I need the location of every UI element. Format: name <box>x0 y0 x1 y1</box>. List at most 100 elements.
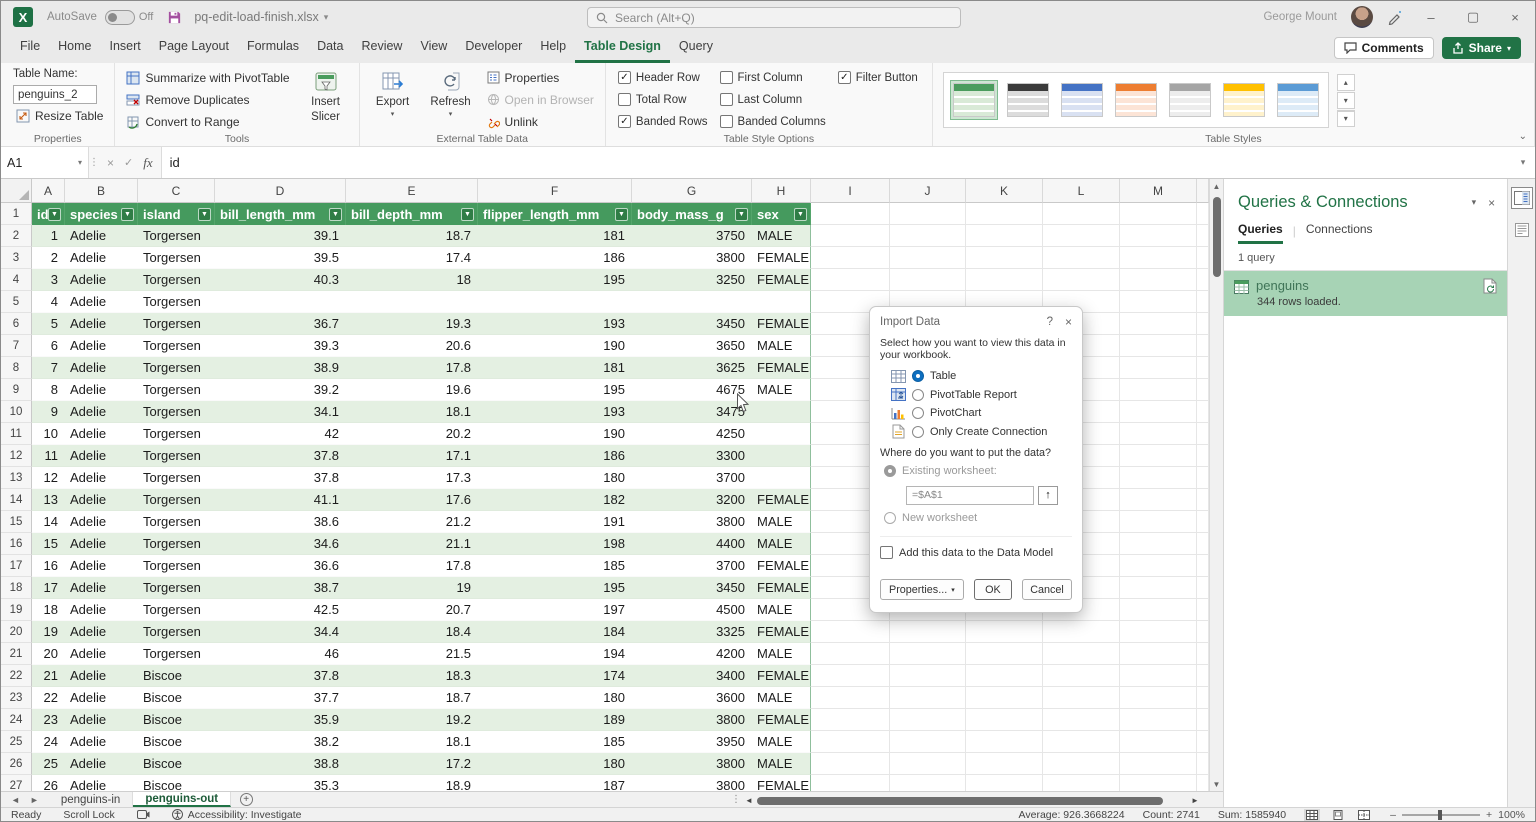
cell-E20[interactable]: 18.4 <box>346 621 478 643</box>
cell-M7[interactable] <box>1120 335 1197 357</box>
refresh-button[interactable]: Refresh ▾ <box>426 68 476 132</box>
cell-M5[interactable] <box>1120 291 1197 313</box>
cell-B26[interactable]: Adelie <box>65 753 138 775</box>
cell-G25[interactable]: 3950 <box>632 731 752 753</box>
cell-B12[interactable]: Adelie <box>65 445 138 467</box>
cell-A21[interactable]: 20 <box>32 643 65 665</box>
cell-G5[interactable] <box>632 291 752 313</box>
tab-formulas[interactable]: Formulas <box>238 33 308 63</box>
cell-I3[interactable] <box>811 247 890 269</box>
cell-G12[interactable]: 3300 <box>632 445 752 467</box>
cell-B21[interactable]: Adelie <box>65 643 138 665</box>
cell-G4[interactable]: 3250 <box>632 269 752 291</box>
cell-A25[interactable]: 24 <box>32 731 65 753</box>
cell-H17[interactable]: FEMALE <box>752 555 811 577</box>
table-style-swatch-gray[interactable] <box>1166 80 1214 120</box>
table-header-species[interactable]: species▼ <box>65 203 138 225</box>
zoom-slider-thumb[interactable] <box>1438 810 1442 820</box>
column-header-I[interactable]: I <box>811 179 890 203</box>
row-header-24[interactable]: 24 <box>1 709 32 731</box>
cell-C19[interactable]: Torgersen <box>138 599 215 621</box>
checkbox-last-column[interactable] <box>720 93 733 106</box>
cell-K23[interactable] <box>966 687 1043 709</box>
name-box[interactable]: A1 ▾ <box>1 147 89 178</box>
cell-A10[interactable]: 9 <box>32 401 65 423</box>
cell-K24[interactable] <box>966 709 1043 731</box>
cell-F16[interactable]: 198 <box>478 533 632 555</box>
cell-A22[interactable]: 21 <box>32 665 65 687</box>
cell-M16[interactable] <box>1120 533 1197 555</box>
cell-H20[interactable]: FEMALE <box>752 621 811 643</box>
filter-button-bill-depth-mm[interactable]: ▼ <box>461 208 474 221</box>
cell-F11[interactable]: 190 <box>478 423 632 445</box>
cell-D4[interactable]: 40.3 <box>215 269 346 291</box>
cell-I26[interactable] <box>811 753 890 775</box>
cell-D5[interactable] <box>215 291 346 313</box>
export-button[interactable]: Export ▾ <box>368 68 418 132</box>
cell-F4[interactable]: 195 <box>478 269 632 291</box>
pen-mode-icon[interactable] <box>1387 9 1403 25</box>
row-header-3[interactable]: 3 <box>1 247 32 269</box>
style-option-banded-columns[interactable]: Banded Columns <box>720 112 826 131</box>
cell-F20[interactable]: 184 <box>478 621 632 643</box>
column-header-D[interactable]: D <box>215 179 346 203</box>
properties-dialog-button[interactable]: Properties... ▾ <box>880 579 964 600</box>
cell-M21[interactable] <box>1120 643 1197 665</box>
vertical-scrollbar[interactable]: ▲ ▼ <box>1209 179 1223 791</box>
row-header-21[interactable]: 21 <box>1 643 32 665</box>
row-header-20[interactable]: 20 <box>1 621 32 643</box>
cell-G21[interactable]: 4200 <box>632 643 752 665</box>
cell-M8[interactable] <box>1120 357 1197 379</box>
column-header-K[interactable]: K <box>966 179 1043 203</box>
radio-pivotchart[interactable] <box>912 407 924 419</box>
cell-D3[interactable]: 39.5 <box>215 247 346 269</box>
zoom-slider[interactable] <box>1402 814 1480 816</box>
cell-B18[interactable]: Adelie <box>65 577 138 599</box>
select-all-corner[interactable] <box>1 179 32 203</box>
confirm-entry-icon[interactable]: ✓ <box>124 156 133 169</box>
cell-K27[interactable] <box>966 775 1043 791</box>
cell-M10[interactable] <box>1120 401 1197 423</box>
close-button[interactable]: × <box>1501 10 1529 25</box>
cell-E27[interactable]: 18.9 <box>346 775 478 791</box>
cell-G8[interactable]: 3625 <box>632 357 752 379</box>
resize-table-button[interactable]: Resize Table <box>13 106 106 126</box>
cell-L25[interactable] <box>1043 731 1120 753</box>
table-header-bill-length-mm[interactable]: bill_length_mm▼ <box>215 203 346 225</box>
cell-A26[interactable]: 25 <box>32 753 65 775</box>
cell-B3[interactable]: Adelie <box>65 247 138 269</box>
cell-M25[interactable] <box>1120 731 1197 753</box>
table-properties-button[interactable]: Properties <box>484 68 597 87</box>
cell-A15[interactable]: 14 <box>32 511 65 533</box>
vertical-scroll-thumb[interactable] <box>1213 197 1221 277</box>
cell-H18[interactable]: FEMALE <box>752 577 811 599</box>
cell-M2[interactable] <box>1120 225 1197 247</box>
row-header-13[interactable]: 13 <box>1 467 32 489</box>
cell-D19[interactable]: 42.5 <box>215 599 346 621</box>
row-header-22[interactable]: 22 <box>1 665 32 687</box>
cell-G24[interactable]: 3800 <box>632 709 752 731</box>
cell-I25[interactable] <box>811 731 890 753</box>
sheet-tab-penguins-out[interactable]: penguins-out <box>133 792 231 807</box>
cell-H14[interactable]: FEMALE <box>752 489 811 511</box>
search-input[interactable]: Search (Alt+Q) <box>587 7 961 28</box>
cell-F5[interactable] <box>478 291 632 313</box>
cell-B10[interactable]: Adelie <box>65 401 138 423</box>
cell-J21[interactable] <box>890 643 966 665</box>
cell-E22[interactable]: 18.3 <box>346 665 478 687</box>
cell-D22[interactable]: 37.8 <box>215 665 346 687</box>
cell-E9[interactable]: 19.6 <box>346 379 478 401</box>
excel-app-icon[interactable]: X <box>13 7 33 27</box>
tab-developer[interactable]: Developer <box>456 33 531 63</box>
scroll-down-icon[interactable]: ▼ <box>1210 777 1223 791</box>
cell-J3[interactable] <box>890 247 966 269</box>
tab-file[interactable]: File <box>11 33 49 63</box>
cell-B19[interactable]: Adelie <box>65 599 138 621</box>
range-input[interactable]: =$A$1 <box>906 486 1034 505</box>
cell-M15[interactable] <box>1120 511 1197 533</box>
cell-L3[interactable] <box>1043 247 1120 269</box>
cell-M3[interactable] <box>1120 247 1197 269</box>
cell-C15[interactable]: Torgersen <box>138 511 215 533</box>
cell-K4[interactable] <box>966 269 1043 291</box>
macro-record-icon[interactable] <box>137 809 150 820</box>
